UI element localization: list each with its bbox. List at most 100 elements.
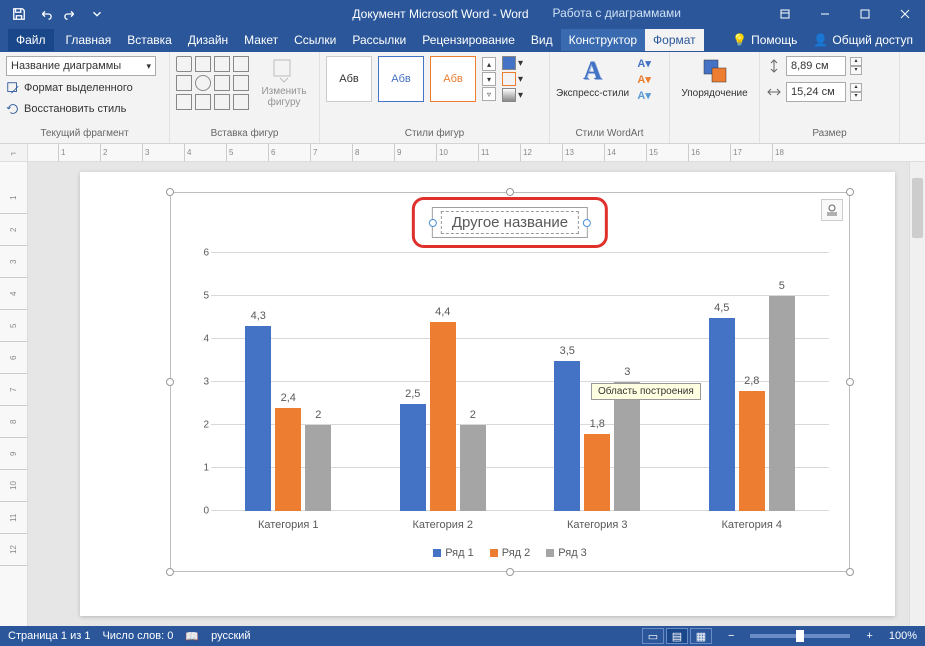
tab-file[interactable]: Файл — [8, 29, 54, 51]
format-selection-button[interactable]: Формат выделенного — [6, 79, 133, 97]
zoom-out-button[interactable]: − — [724, 630, 738, 642]
share-icon: 👤 — [813, 33, 828, 47]
layout-options-icon[interactable] — [821, 199, 843, 221]
shape-outline-button[interactable]: ▾ — [502, 72, 523, 86]
redo-icon[interactable] — [60, 3, 82, 25]
tab-home[interactable]: Главная — [58, 29, 120, 51]
spin-down[interactable]: ▾ — [850, 92, 862, 101]
tab-review[interactable]: Рецензирование — [414, 29, 523, 51]
spin-down[interactable]: ▾ — [850, 66, 862, 75]
style-item[interactable]: Абв — [430, 56, 476, 102]
shape-fill-button[interactable]: ▾ — [502, 56, 523, 70]
wordart-express-button[interactable]: A Экспресс-стили — [556, 56, 629, 99]
qat-dropdown-icon[interactable] — [86, 3, 108, 25]
page-view[interactable]: Другое название 0123456 4,32,422,54,423,… — [28, 162, 925, 626]
bar[interactable]: 4,3 — [245, 326, 271, 511]
bar[interactable]: 2 — [305, 425, 331, 511]
legend[interactable]: Ряд 1 Ряд 2 Ряд 3 — [171, 547, 849, 559]
shape-style-gallery[interactable]: Абв Абв Абв ▴ ▾ ▿ — [326, 56, 496, 102]
style-item[interactable]: Абв — [378, 56, 424, 102]
tab-layout[interactable]: Макет — [236, 29, 286, 51]
vertical-scrollbar[interactable] — [909, 162, 925, 626]
close-icon[interactable] — [885, 0, 925, 28]
height-icon — [766, 58, 782, 74]
text-fill-button[interactable]: A▾ — [635, 56, 653, 70]
reset-style-button[interactable]: Восстановить стиль — [6, 100, 126, 118]
height-input[interactable]: 8,89 см — [786, 56, 846, 76]
tab-help[interactable]: 💡Помощь — [724, 29, 805, 51]
maximize-icon[interactable] — [845, 0, 885, 28]
tab-insert[interactable]: Вставка — [119, 29, 180, 51]
bar[interactable]: 4,5 — [709, 318, 735, 512]
bar[interactable]: 2 — [460, 425, 486, 511]
chart-title[interactable]: Другое название — [432, 207, 588, 238]
bar[interactable]: 3 — [614, 382, 640, 511]
minimize-icon[interactable] — [805, 0, 845, 28]
bar[interactable]: 1,8 — [584, 434, 610, 511]
resize-handle[interactable] — [506, 568, 514, 576]
change-shape-button[interactable]: Изменить фигуру — [255, 56, 313, 108]
bar[interactable]: 2,4 — [275, 408, 301, 511]
resize-handle[interactable] — [166, 188, 174, 196]
zoom-in-button[interactable]: + — [862, 630, 876, 642]
legend-item[interactable]: Ряд 1 — [433, 547, 474, 559]
tab-format[interactable]: Формат — [645, 29, 704, 51]
chart-object[interactable]: Другое название 0123456 4,32,422,54,423,… — [170, 192, 850, 572]
bar[interactable]: 5 — [769, 296, 795, 511]
legend-item[interactable]: Ряд 2 — [490, 547, 531, 559]
text-effects-button[interactable]: A▾ — [635, 88, 653, 102]
bar[interactable]: 4,4 — [430, 322, 456, 511]
selection-combo[interactable]: Название диаграммы — [6, 56, 156, 76]
web-layout-icon[interactable]: ▦ — [690, 628, 712, 644]
proofing-icon[interactable]: 📖 — [185, 630, 199, 643]
ribbon-options-icon[interactable] — [765, 0, 805, 28]
text-outline-button[interactable]: A▾ — [635, 72, 653, 86]
bulb-icon: 💡 — [732, 33, 747, 47]
ribbon-tabs: Файл Главная Вставка Дизайн Макет Ссылки… — [0, 28, 925, 52]
scroll-thumb[interactable] — [912, 178, 923, 238]
resize-handle[interactable] — [846, 568, 854, 576]
resize-handle[interactable] — [166, 568, 174, 576]
shape-effects-button[interactable]: ▾ — [502, 88, 523, 102]
resize-handle[interactable] — [846, 188, 854, 196]
horizontal-ruler[interactable]: ⌐ 123456789101112131415161718 — [0, 144, 925, 162]
gallery-down-icon[interactable]: ▾ — [482, 72, 496, 86]
bar[interactable]: 2,5 — [400, 404, 426, 512]
language-indicator[interactable]: русский — [211, 630, 250, 642]
tab-view[interactable]: Вид — [523, 29, 561, 51]
tab-constructor[interactable]: Конструктор — [561, 29, 645, 51]
zoom-level[interactable]: 100% — [889, 630, 917, 642]
group-wordart-styles: A Экспресс-стили A▾ A▾ A▾ Стили WordArt — [550, 52, 670, 143]
word-count[interactable]: Число слов: 0 — [102, 630, 173, 642]
group-label: Размер — [766, 126, 893, 139]
legend-item[interactable]: Ряд 3 — [546, 547, 587, 559]
category-label: Категория 4 — [721, 519, 782, 531]
tab-references[interactable]: Ссылки — [286, 29, 344, 51]
resize-handle[interactable] — [846, 378, 854, 386]
tab-mailings[interactable]: Рассылки — [344, 29, 414, 51]
tab-share[interactable]: 👤Общий доступ — [805, 29, 925, 51]
arrange-button[interactable]: Упорядочение — [681, 56, 747, 99]
zoom-slider[interactable] — [750, 634, 850, 638]
width-input[interactable]: 15,24 см — [786, 82, 846, 102]
category-label: Категория 2 — [412, 519, 473, 531]
style-item[interactable]: Абв — [326, 56, 372, 102]
bar[interactable]: 2,8 — [739, 391, 765, 511]
resize-handle[interactable] — [166, 378, 174, 386]
gallery-up-icon[interactable]: ▴ — [482, 57, 496, 71]
undo-icon[interactable] — [34, 3, 56, 25]
spin-up[interactable]: ▴ — [850, 57, 862, 66]
shape-gallery[interactable] — [176, 56, 249, 110]
vertical-ruler[interactable]: 123456789101112 — [0, 162, 28, 626]
read-mode-icon[interactable]: ▭ — [642, 628, 664, 644]
resize-handle[interactable] — [506, 188, 514, 196]
spin-up[interactable]: ▴ — [850, 83, 862, 92]
tab-design[interactable]: Дизайн — [180, 29, 236, 51]
gallery-more-icon[interactable]: ▿ — [482, 87, 496, 101]
bar[interactable]: 3,5 — [554, 361, 580, 512]
save-icon[interactable] — [8, 3, 30, 25]
page-indicator[interactable]: Страница 1 из 1 — [8, 630, 90, 642]
print-layout-icon[interactable]: ▤ — [666, 628, 688, 644]
chart-title-text[interactable]: Другое название — [441, 211, 579, 234]
plot-area[interactable]: 0123456 4,32,422,54,423,51,834,52,85 Обл… — [211, 253, 829, 511]
